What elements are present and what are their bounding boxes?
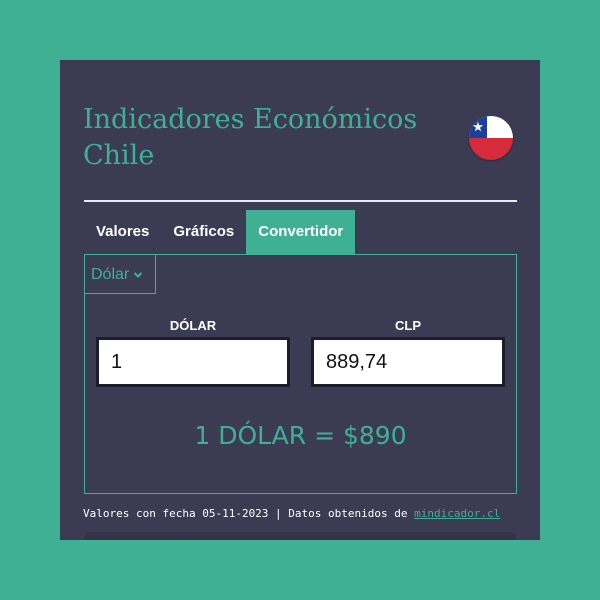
next-section-edge <box>84 532 516 540</box>
to-currency-label: CLP <box>395 318 421 333</box>
tab-bar: Valores Gráficos Convertidor <box>84 210 356 254</box>
chile-flag-icon <box>469 116 513 160</box>
tab-convertidor[interactable]: Convertidor <box>246 210 356 254</box>
app-card: Indicadores Económicos Chile Valores Grá… <box>60 60 540 540</box>
tab-graficos[interactable]: Gráficos <box>161 210 246 254</box>
from-currency-label: DÓLAR <box>169 318 217 333</box>
footer-text: Valores con fecha 05-11-2023 | Datos obt… <box>83 507 415 520</box>
from-amount-input[interactable] <box>96 337 290 387</box>
tab-valores[interactable]: Valores <box>84 210 161 254</box>
to-amount-input[interactable] <box>311 337 505 387</box>
currency-select[interactable]: Dólar <box>84 254 156 294</box>
title-divider <box>84 200 517 202</box>
converter-panel: Dólar DÓLAR CLP 1 DÓLAR = $890 <box>84 254 517 494</box>
footer-note: Valores con fecha 05-11-2023 | Datos obt… <box>83 507 500 520</box>
currency-select-value: Dólar <box>91 266 130 284</box>
mindicador-link[interactable]: mindicador.cl <box>414 507 500 520</box>
chevron-down-icon <box>133 255 143 295</box>
page-title: Indicadores Económicos Chile <box>83 104 418 171</box>
conversion-result: 1 DÓLAR = $890 <box>194 421 407 450</box>
